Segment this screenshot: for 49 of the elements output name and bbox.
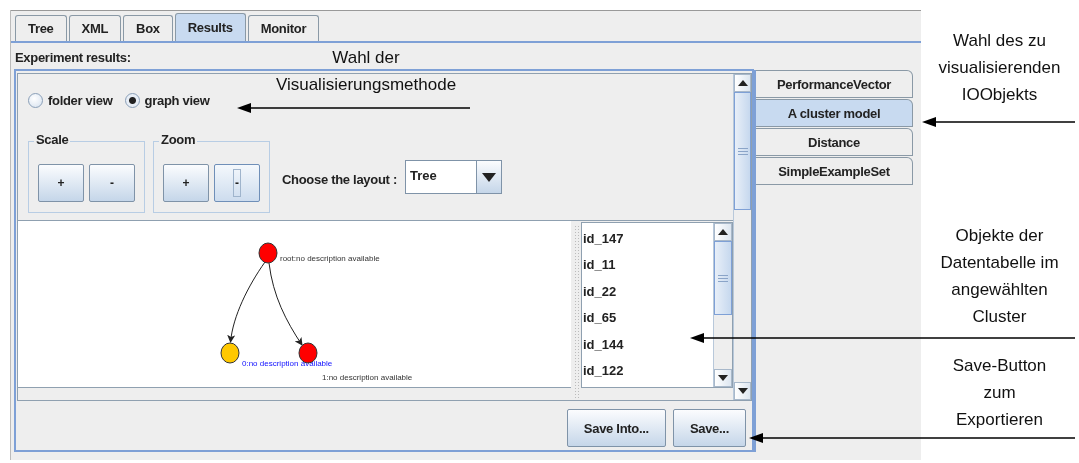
object-tab[interactable]: PerformanceVector (756, 70, 913, 98)
splitter-handle[interactable] (574, 225, 579, 400)
graph-node[interactable] (258, 242, 278, 264)
annotation-text: Objekte der Datentabelle im angewählten Cluster (939, 225, 1060, 328)
radio-button[interactable] (124, 92, 140, 108)
tab[interactable]: XML (68, 15, 122, 41)
list-item[interactable]: id_144 (582, 331, 713, 358)
node-label: 0:no description available (242, 359, 333, 368)
annotation-text: Wahl des zu visualisierenden IOObjekts (937, 30, 1062, 106)
caret-icon (481, 172, 496, 182)
tab[interactable]: Tree (15, 15, 67, 41)
scrollbar[interactable] (733, 74, 751, 400)
tab[interactable]: Results (174, 13, 246, 41)
scroll-down-icon (718, 375, 728, 381)
layout-label: Choose the layout : (282, 171, 397, 187)
list-item[interactable]: id_65 (582, 304, 713, 331)
object-tab[interactable]: SimpleExampleSet (756, 157, 913, 185)
list-item[interactable]: id_22 (582, 278, 713, 305)
panel-heading: Experiment results: (14, 48, 131, 67)
step-button[interactable]: + (163, 164, 209, 202)
list-item[interactable]: id_122 (582, 357, 713, 384)
grip-icon (718, 274, 728, 282)
radio-label[interactable]: graph view (144, 92, 210, 108)
annotation-text: Save-Button zum Exportieren (951, 355, 1048, 431)
tab[interactable]: Monitor (247, 15, 320, 41)
scroll-down-icon (737, 388, 748, 394)
list-item[interactable]: id_147 (582, 225, 713, 252)
graph-node[interactable] (220, 342, 240, 364)
radio-label[interactable]: folder view (48, 92, 113, 108)
save-button[interactable]: Save Into... (566, 409, 666, 447)
step-button[interactable]: - (214, 164, 260, 202)
scrollbar[interactable] (713, 223, 732, 387)
group-title: Zoom (159, 132, 198, 147)
grip-icon (737, 147, 748, 155)
object-tab[interactable]: Distance (756, 128, 913, 156)
node-label: root:no description available (280, 254, 380, 263)
radio-button[interactable] (28, 92, 43, 108)
tab[interactable]: Box (123, 15, 173, 41)
object-tab[interactable]: A cluster model (756, 99, 913, 127)
list-item[interactable]: id_11 (582, 251, 713, 278)
annotation-text: Wahl der Visualisierungsmethode (274, 47, 458, 96)
group-title: Scale (34, 132, 71, 147)
scroll-up-icon (718, 229, 728, 235)
step-button[interactable]: - (89, 164, 135, 202)
layout-dropdown[interactable]: Tree (404, 160, 502, 194)
step-button[interactable]: + (38, 164, 84, 202)
node-label: 1:no description available (322, 373, 413, 382)
save-button[interactable]: Save... (672, 409, 746, 447)
scroll-up-icon (737, 80, 748, 86)
